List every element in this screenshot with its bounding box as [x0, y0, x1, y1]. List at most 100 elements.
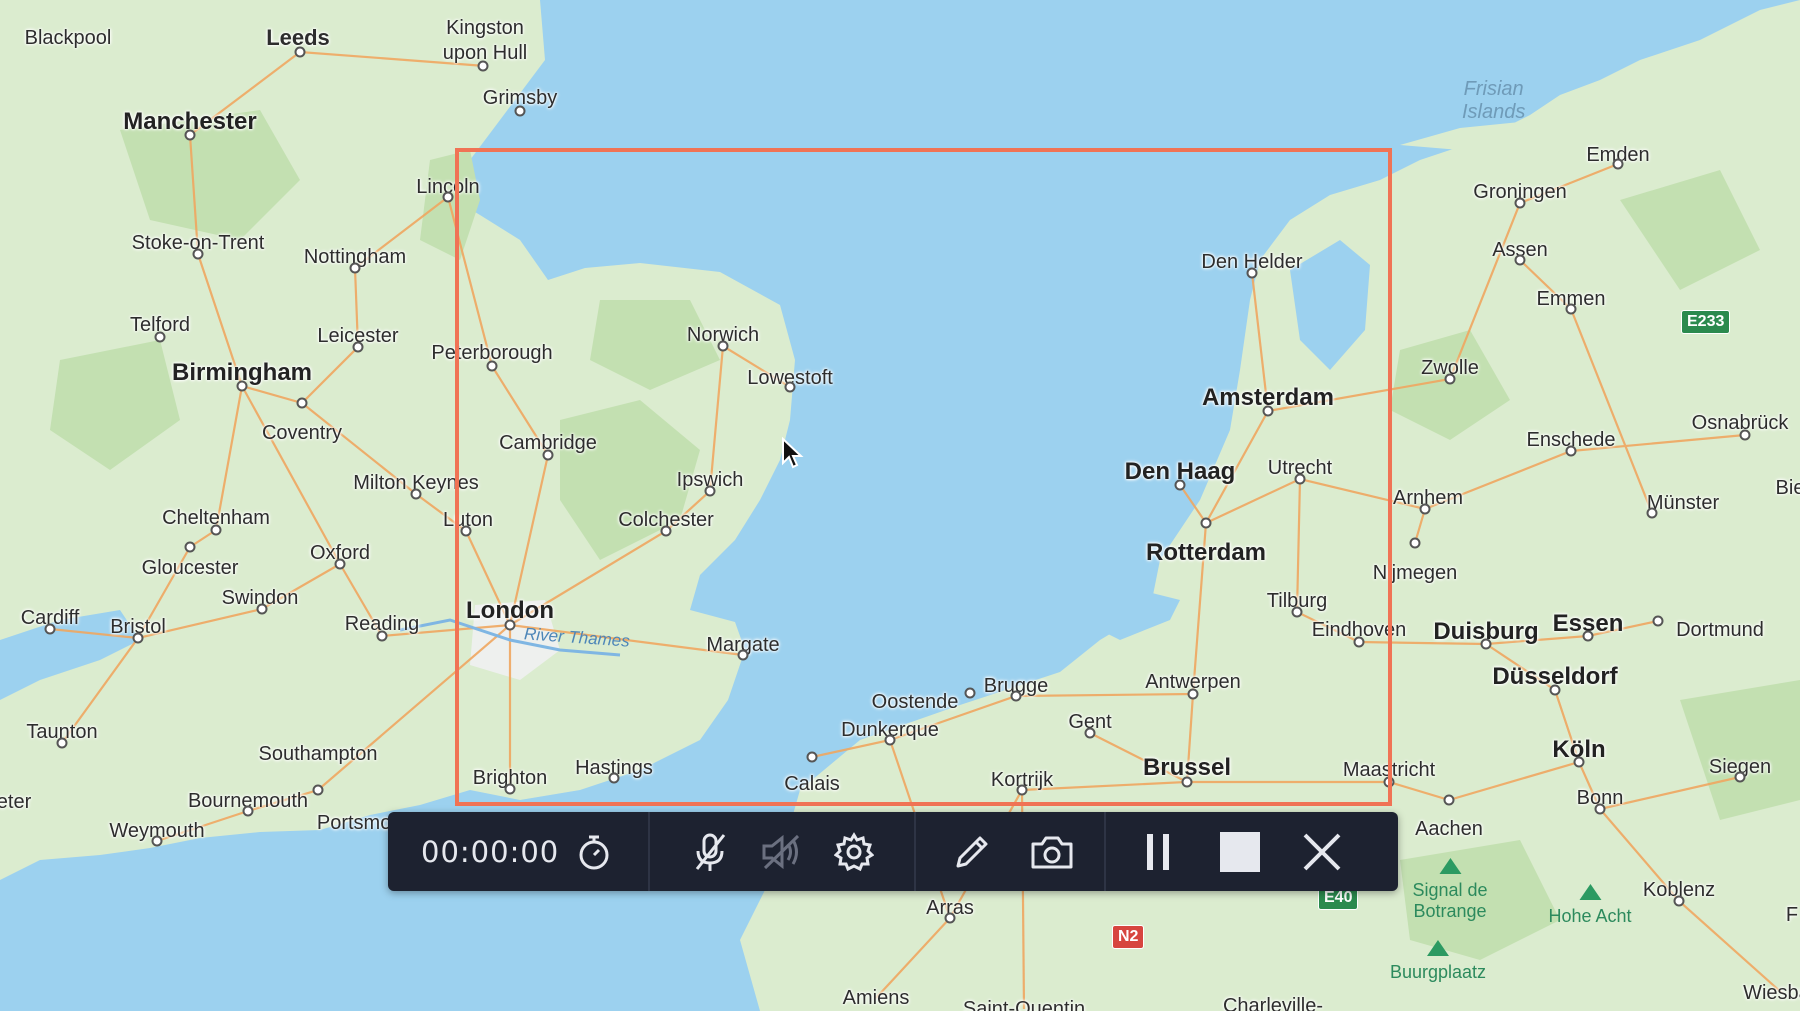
pencil-icon	[956, 836, 988, 867]
city-label: Osnabrück	[1691, 412, 1789, 434]
microphone-off-icon	[695, 833, 726, 871]
city-label: Aachen	[1415, 818, 1483, 840]
city-label: Coventry	[261, 422, 343, 444]
sea-label: Frisian Islands	[1462, 78, 1525, 124]
stop-icon	[1220, 831, 1260, 872]
peak-label-line: Botrange	[1413, 900, 1487, 921]
city-label: Bie	[1775, 477, 1800, 499]
city-dot	[1673, 895, 1685, 907]
city-dot	[132, 632, 144, 644]
city-dot	[1652, 615, 1664, 627]
road-shield: N2	[1112, 925, 1145, 949]
city-dot	[349, 262, 361, 274]
city-label: Kingston	[446, 17, 524, 39]
city-label: Gloucester	[141, 557, 239, 579]
recording-toolbar: 00:00:00	[388, 812, 1398, 891]
city-label: Saint-Quentin	[962, 998, 1086, 1011]
road-shield: E233	[1681, 310, 1731, 334]
city-dot	[1514, 197, 1526, 209]
city-dot	[1409, 537, 1421, 549]
city-dot	[1443, 794, 1455, 806]
peak-label: Buurgplaatz	[1389, 940, 1487, 983]
city-dot	[1646, 507, 1658, 519]
city-dot	[442, 191, 454, 203]
microphone-toggle-button[interactable]	[680, 822, 740, 882]
screen-recorder-stage: Blackpool Leeds Kingston upon Hull Grimsby Ma…	[0, 0, 1800, 1011]
city-dot	[1734, 771, 1746, 783]
city-dot	[242, 805, 254, 817]
city-dot	[192, 248, 204, 260]
city-label: Charleville-	[1222, 995, 1324, 1011]
city-label: F	[1785, 904, 1799, 926]
city-dot	[352, 341, 364, 353]
peak-label-line: Buurgplaatz	[1389, 962, 1487, 982]
sea-label-line: Frisian	[1463, 78, 1524, 100]
city-dot	[410, 488, 422, 500]
city-dot	[514, 105, 526, 117]
city-dot	[184, 541, 196, 553]
city-label: Dortmund	[1676, 619, 1764, 641]
city-dot	[376, 630, 388, 642]
peak-label-line: Signal de	[1412, 880, 1488, 900]
city-dot	[44, 623, 56, 635]
city-dot	[1573, 756, 1585, 768]
close-button[interactable]	[1292, 822, 1352, 882]
close-icon	[1303, 833, 1341, 870]
schedule-timer-button[interactable]	[564, 822, 624, 882]
city-dot	[184, 129, 196, 141]
city-label: Amiens	[842, 987, 910, 1009]
mouse-pointer-icon	[782, 437, 804, 469]
city-dot	[210, 524, 222, 536]
city-dot	[1549, 684, 1561, 696]
city-dot	[56, 737, 68, 749]
stopwatch-icon	[579, 835, 609, 869]
toolbar-separator	[1104, 812, 1106, 891]
stop-button[interactable]	[1210, 822, 1270, 882]
mountain-icon	[1439, 858, 1461, 874]
mountain-icon	[1426, 940, 1449, 956]
pause-icon	[1147, 833, 1169, 870]
city-dot	[151, 835, 163, 847]
city-dot	[1480, 638, 1492, 650]
peak-label: Signal de Botrange	[1412, 858, 1488, 921]
city-dot	[154, 331, 166, 343]
city-dot	[944, 912, 956, 924]
peak-label-line: Hohe Acht	[1548, 906, 1632, 926]
city-label: Southampton	[258, 743, 378, 765]
city-dot	[312, 784, 324, 796]
speaker-off-icon	[762, 834, 800, 869]
sea-label-line: Islands	[1462, 101, 1526, 123]
peak-label: Hohe Acht	[1548, 884, 1632, 927]
city-label: Wiesbad	[1743, 982, 1800, 1004]
city-dot	[1514, 254, 1526, 266]
city-dot	[1565, 445, 1577, 457]
city-dot	[477, 60, 489, 72]
city-dot	[236, 380, 248, 392]
city-label: eter	[0, 791, 32, 813]
pause-button[interactable]	[1128, 822, 1188, 882]
city-dot	[256, 603, 268, 615]
camera-icon	[1031, 836, 1073, 868]
city-dot	[1419, 503, 1431, 515]
system-audio-toggle-button[interactable]	[752, 822, 812, 882]
settings-button[interactable]	[824, 822, 884, 882]
screenshot-button[interactable]	[1022, 822, 1082, 882]
city-dot	[1444, 373, 1456, 385]
city-dot	[296, 397, 308, 409]
recording-timer: 00:00:00	[421, 834, 560, 869]
city-label: Blackpool	[24, 27, 112, 49]
city-dot	[334, 558, 346, 570]
recording-region-frame[interactable]	[455, 148, 1392, 806]
city-dot	[294, 46, 306, 58]
toolbar-separator	[914, 812, 916, 891]
city-dot	[1582, 630, 1594, 642]
toolbar-separator	[648, 812, 650, 891]
mountain-icon	[1579, 884, 1601, 900]
city-label: Münster	[1646, 492, 1720, 514]
annotate-button[interactable]	[942, 822, 1002, 882]
city-dot	[1739, 429, 1751, 441]
gear-icon	[834, 831, 874, 871]
city-dot	[1612, 158, 1624, 170]
city-dot	[1594, 803, 1606, 815]
city-dot	[1565, 303, 1577, 315]
